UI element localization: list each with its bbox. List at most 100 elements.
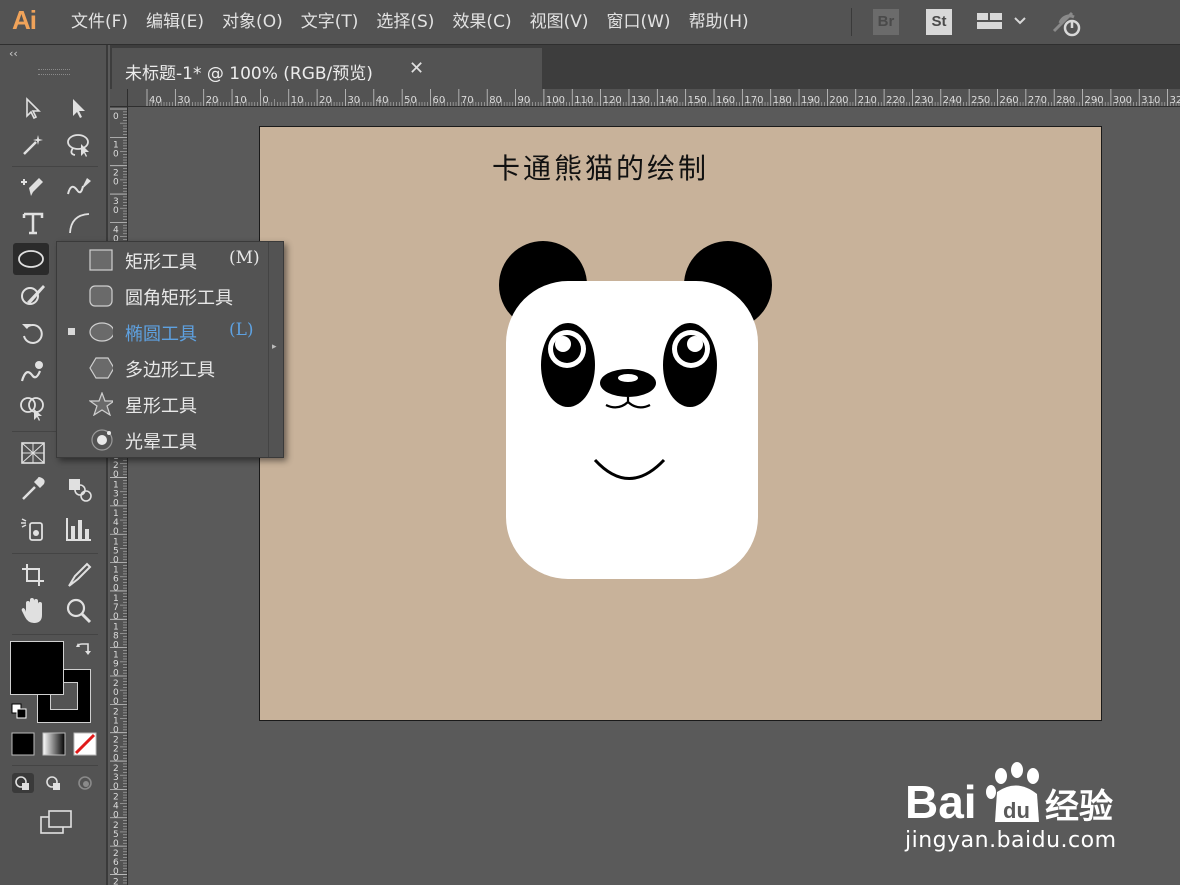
draw-normal-icon[interactable]: [8, 770, 38, 796]
panda-illustration[interactable]: [260, 127, 1102, 721]
column-graph-tool-icon[interactable]: [61, 513, 97, 545]
flyout-item-rectangle[interactable]: 矩形工具 (M): [57, 242, 277, 278]
zoom-tool-icon[interactable]: [61, 595, 97, 627]
direct-selection-tool-icon[interactable]: [61, 92, 97, 124]
ruler-label: 0: [113, 584, 119, 594]
ruler-label: 140: [659, 95, 678, 106]
ruler-label: 270: [1028, 95, 1047, 106]
artboard-tool-icon[interactable]: [15, 559, 51, 591]
arc-tool-icon[interactable]: [61, 207, 97, 239]
rotate-tool-icon[interactable]: [15, 317, 51, 349]
ruler-label: 230: [914, 95, 933, 106]
paintbrush-tool-icon[interactable]: [15, 279, 51, 311]
draw-behind-icon[interactable]: [39, 770, 69, 796]
artboard[interactable]: 卡通熊猫的绘制: [259, 126, 1102, 721]
slice-tool-icon[interactable]: [61, 559, 97, 591]
flyout-item-polygon[interactable]: 多边形工具: [57, 350, 277, 386]
svg-text:Bai: Bai: [905, 776, 977, 828]
flyout-item-star[interactable]: 星形工具: [57, 386, 277, 422]
app-logo: Ai: [12, 5, 37, 35]
selection-tool-icon[interactable]: [15, 92, 51, 124]
horizontal-ruler[interactable]: 40 30 20 10 0 10 20 30 40 50 60 70 80 90 100 110 120 130 1…: [110, 89, 1180, 107]
close-tab-icon[interactable]: ✕: [409, 58, 424, 79]
screen-mode-icon[interactable]: [36, 807, 76, 837]
stock-icon[interactable]: St: [926, 9, 952, 35]
default-fill-stroke-icon[interactable]: [6, 700, 32, 722]
panel-grip[interactable]: [38, 69, 70, 75]
gradient-mode-icon[interactable]: [39, 731, 69, 757]
document-tab[interactable]: 未标题-1* @ 100% (RGB/预览) ✕: [112, 48, 542, 89]
ellipse-tool-icon[interactable]: [13, 243, 49, 275]
ruler-label: 110: [574, 95, 593, 106]
ruler-label: 50: [404, 95, 417, 106]
collapse-panel-icon[interactable]: ‹‹: [9, 47, 18, 60]
flyout-item-ellipse[interactable]: 椭圆工具 (L): [57, 314, 277, 350]
ruler-label: 10: [234, 95, 247, 106]
eyedropper-tool-icon[interactable]: [15, 473, 51, 505]
tools-panel: ‹‹: [0, 45, 108, 885]
magic-wand-tool-icon[interactable]: [15, 129, 51, 161]
menu-help[interactable]: 帮助(H): [680, 0, 758, 45]
ruler-label: 30: [177, 95, 190, 106]
ruler-label: 0: [113, 867, 119, 877]
panda-face: [506, 281, 758, 579]
shape-builder-tool-icon[interactable]: [15, 391, 51, 423]
ruler-label: 0: [113, 839, 119, 849]
pen-tool-icon[interactable]: [15, 171, 51, 203]
menu-divider: [851, 8, 852, 36]
menu-view[interactable]: 视图(V): [521, 0, 598, 45]
menu-file[interactable]: 文件(F): [62, 0, 137, 45]
menu-effect[interactable]: 效果(C): [443, 0, 520, 45]
fill-swatch[interactable]: [10, 641, 64, 695]
menu-edit[interactable]: 编辑(E): [137, 0, 213, 45]
ruler-label: 0: [113, 612, 119, 622]
flyout-label: 星形工具: [125, 396, 197, 417]
ruler-origin[interactable]: [110, 89, 128, 107]
flyout-label: 光晕工具: [125, 432, 197, 453]
none-mode-icon[interactable]: [70, 731, 100, 757]
panda-nose: [600, 369, 656, 397]
warp-tool-icon[interactable]: [15, 355, 51, 387]
menu-object[interactable]: 对象(O): [213, 0, 292, 45]
color-mode-icon[interactable]: [8, 731, 38, 757]
flyout-item-rounded-rectangle[interactable]: 圆角矩形工具: [57, 278, 277, 314]
ruler-label: 80: [489, 95, 502, 106]
tearoff-arrow-icon[interactable]: ▸: [272, 342, 277, 352]
ruler-label: 200: [829, 95, 848, 106]
workspace-switcher-icon[interactable]: [976, 11, 1032, 37]
main-menu: 文件(F) 编辑(E) 对象(O) 文字(T) 选择(S) 效果(C) 视图(V…: [62, 0, 758, 45]
ruler-label: 40: [149, 95, 162, 106]
flyout-label: 多边形工具: [125, 360, 215, 381]
flyout-shortcut: (M): [229, 248, 260, 268]
blend-tool-icon[interactable]: [61, 473, 97, 505]
sync-icon[interactable]: [1050, 9, 1086, 41]
menu-type[interactable]: 文字(T): [292, 0, 368, 45]
ruler-label: 10: [291, 95, 304, 106]
ruler-label: 0: [113, 499, 119, 509]
menu-select[interactable]: 选择(S): [367, 0, 443, 45]
ruler-label: 30: [347, 95, 360, 106]
flyout-label: 圆角矩形工具: [125, 288, 233, 309]
menu-window[interactable]: 窗口(W): [597, 0, 679, 45]
ruler-label: 40: [376, 95, 389, 106]
ruler-label: 250: [971, 95, 990, 106]
flyout-shortcut: (L): [229, 320, 254, 340]
perspective-grid-tool-icon[interactable]: [15, 437, 51, 469]
hand-tool-icon[interactable]: [15, 595, 51, 627]
symbol-sprayer-tool-icon[interactable]: [15, 513, 51, 545]
type-tool-icon[interactable]: [15, 207, 51, 239]
flyout-item-flare[interactable]: 光晕工具: [57, 422, 277, 458]
document-tab-bar: 未标题-1* @ 100% (RGB/预览) ✕: [110, 45, 1180, 89]
lasso-tool-icon[interactable]: [61, 129, 97, 161]
svg-text:du: du: [1003, 798, 1030, 823]
ruler-label: 32: [1170, 95, 1180, 106]
vertical-ruler[interactable]: 0102030405060708090100110120130140150160…: [110, 107, 128, 885]
ruler-label: 0: [113, 782, 119, 792]
swap-fill-stroke-icon[interactable]: [70, 638, 98, 662]
bridge-icon[interactable]: Br: [873, 9, 899, 35]
ruler-label: 20: [206, 95, 219, 106]
draw-inside-icon[interactable]: [70, 770, 100, 796]
ruler-label: 290: [1085, 95, 1104, 106]
ruler-label: 0: [113, 470, 119, 480]
curvature-tool-icon[interactable]: [61, 171, 97, 203]
